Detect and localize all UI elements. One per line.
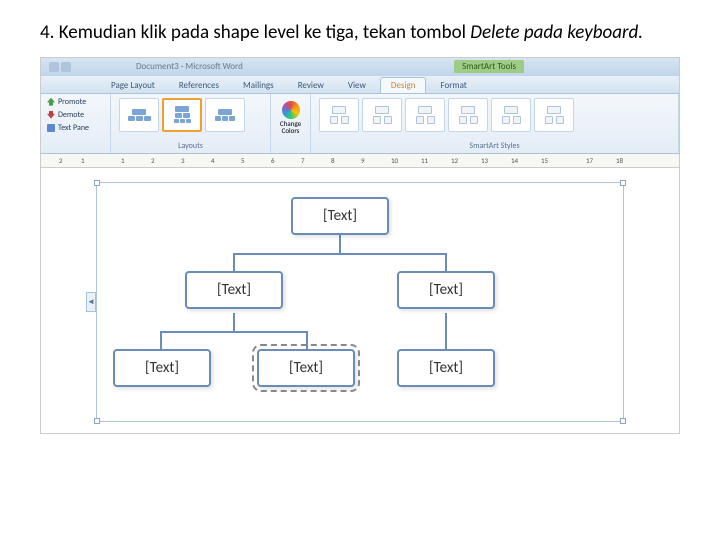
style-thumb-6[interactable] [534, 98, 574, 132]
org-node-l2-b[interactable]: [Text] [397, 271, 495, 309]
promote-icon [47, 98, 55, 106]
style-thumb-5[interactable] [491, 98, 531, 132]
horizontal-ruler: 2 1 1 2 3 4 5 6 7 8 9 10 11 12 13 14 15 … [41, 154, 679, 168]
connector [160, 331, 308, 333]
tab-design[interactable]: Design [380, 77, 427, 93]
resize-handle-bl[interactable] [94, 418, 100, 424]
org-node-l3-b-selected[interactable]: [Text] [257, 349, 355, 387]
connector [339, 235, 341, 253]
org-node-l3-a[interactable]: [Text] [113, 349, 211, 387]
connector [445, 313, 447, 349]
change-colors-button[interactable]: Change Colors [277, 96, 305, 140]
style-thumb-3[interactable] [405, 98, 445, 132]
resize-handle-tr[interactable] [620, 180, 626, 186]
save-icon[interactable] [61, 62, 71, 72]
document-title: Document3 - Microsoft Word [136, 61, 243, 72]
style-thumb-2[interactable] [362, 98, 402, 132]
group-label-layouts: Layouts [115, 141, 266, 151]
ribbon: Promote Demote Text Pane [41, 94, 679, 154]
ribbon-group-layouts: Layouts [111, 94, 271, 153]
text-pane-button[interactable]: Text Pane [45, 122, 106, 134]
word-screenshot: Document3 - Microsoft Word SmartArt Tool… [40, 57, 680, 434]
ribbon-group-styles: SmartArt Styles [311, 94, 679, 153]
contextual-tools-label: SmartArt Tools [454, 60, 524, 73]
ribbon-group-create-graphic: Promote Demote Text Pane [41, 94, 111, 153]
resize-handle-br[interactable] [620, 418, 626, 424]
resize-handle-tl[interactable] [94, 180, 100, 186]
connector [233, 253, 447, 255]
connector [233, 253, 235, 271]
connector [233, 313, 235, 331]
smartart-frame[interactable]: ◄ [Text] [Text] [Text] [Text] [Text] [Te… [96, 182, 624, 422]
tab-references[interactable]: References [169, 78, 229, 93]
tab-page-layout[interactable]: Page Layout [101, 78, 165, 93]
connector [445, 253, 447, 271]
text-pane-toggle[interactable]: ◄ [86, 292, 96, 312]
layout-thumb-1[interactable] [119, 98, 159, 132]
connector [306, 331, 308, 349]
tab-mailings[interactable]: Mailings [233, 78, 284, 93]
layout-thumb-2[interactable] [162, 98, 202, 132]
org-chart: [Text] [Text] [Text] [Text] [Text] [Text… [105, 193, 615, 413]
demote-icon [47, 111, 55, 119]
tab-format[interactable]: Format [430, 78, 476, 93]
layout-thumb-3[interactable] [205, 98, 245, 132]
style-thumb-4[interactable] [448, 98, 488, 132]
office-button-icon[interactable] [49, 62, 59, 72]
tab-review[interactable]: Review [288, 78, 334, 93]
text-pane-icon [47, 124, 55, 132]
org-node-l1[interactable]: [Text] [291, 197, 389, 235]
instruction-text: 4. Kemudian klik pada shape level ke tig… [40, 20, 680, 47]
demote-button[interactable]: Demote [45, 109, 106, 121]
ribbon-tabs: Page Layout References Mailings Review V… [41, 76, 679, 94]
color-wheel-icon [282, 101, 300, 119]
quick-access-toolbar[interactable] [41, 62, 71, 72]
connector [160, 331, 162, 349]
org-node-l3-c[interactable]: [Text] [397, 349, 495, 387]
group-label-styles: SmartArt Styles [315, 141, 674, 151]
ribbon-group-colors: Change Colors [271, 94, 311, 153]
org-node-l2-a[interactable]: [Text] [185, 271, 283, 309]
document-canvas[interactable]: ◄ [Text] [Text] [Text] [Text] [Text] [Te… [41, 168, 679, 433]
title-bar: Document3 - Microsoft Word SmartArt Tool… [41, 58, 679, 76]
tab-view[interactable]: View [338, 78, 376, 93]
promote-button[interactable]: Promote [45, 96, 106, 108]
style-thumb-1[interactable] [319, 98, 359, 132]
